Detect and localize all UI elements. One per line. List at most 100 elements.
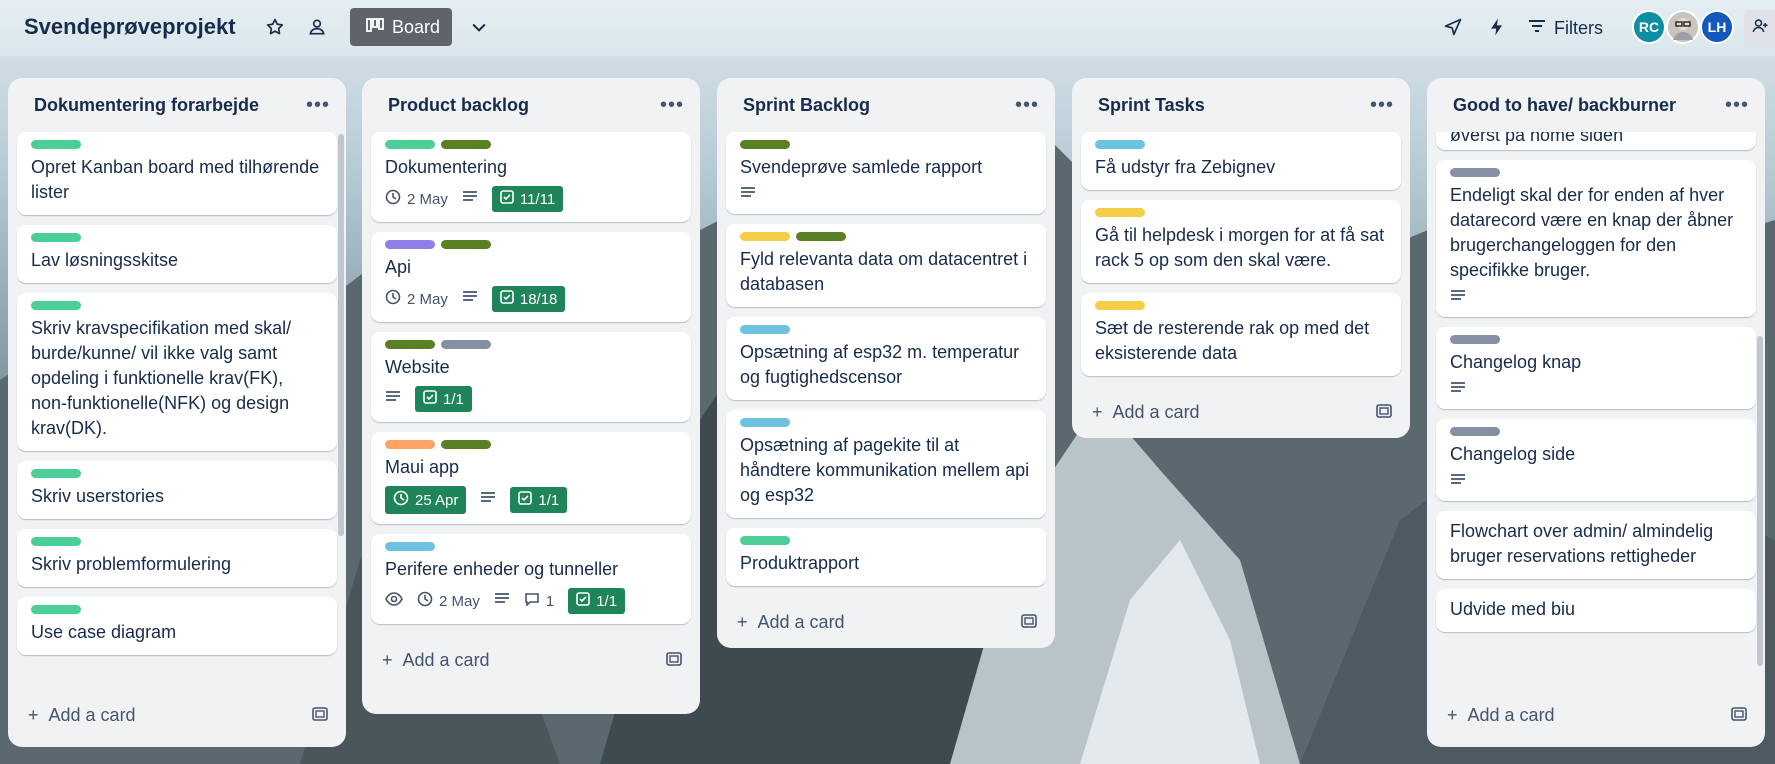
list-item[interactable]: Udvide med biu	[1436, 589, 1756, 632]
card-title: Svendeprøve samlede rapport	[740, 157, 983, 177]
description-icon	[385, 390, 401, 408]
checkbox-icon	[500, 190, 514, 208]
card-title: Flowchart over admin/ almindelig bruger …	[1450, 521, 1714, 566]
list-scrollbar[interactable]	[1757, 336, 1763, 666]
description-icon	[740, 186, 756, 204]
star-icon[interactable]	[258, 10, 292, 44]
list-item[interactable]: Fyld relevanta data om datacentret i dat…	[726, 224, 1046, 307]
chevron-down-icon[interactable]	[462, 10, 496, 44]
list-item[interactable]: Opsætning af esp32 m. temperatur og fugt…	[726, 317, 1046, 400]
board-view-label: Board	[392, 16, 441, 37]
checkbox-icon	[518, 491, 533, 509]
list-product-backlog: Product backlog ••• Dokumentering 2 May …	[362, 78, 700, 714]
filters-label: Filters	[1554, 17, 1603, 38]
list-item[interactable]: Skriv problemformulering	[17, 529, 337, 587]
add-card-button[interactable]: + Add a card	[1447, 705, 1555, 726]
card-title: Opret Kanban board med tilhørende lister	[31, 157, 320, 202]
due-date-badge[interactable]: 25 Apr	[385, 486, 467, 514]
list-item[interactable]: Use case diagram	[17, 597, 337, 655]
label-green	[31, 301, 81, 310]
card-title: Changelog knap	[1450, 352, 1582, 372]
due-date-badge[interactable]: 2 May	[417, 591, 480, 611]
automation-icon[interactable]	[1480, 10, 1514, 44]
avatar[interactable]	[1666, 10, 1700, 44]
list-item[interactable]: Dokumentering 2 May 11/11	[371, 132, 691, 222]
due-date-badge[interactable]: 2 May	[385, 289, 448, 309]
board-title[interactable]: Svendeprøveprojekt	[24, 14, 236, 40]
add-card-button[interactable]: + Add a card	[382, 650, 490, 671]
plus-icon: +	[28, 704, 39, 725]
card-title: Maui app	[385, 457, 460, 477]
create-from-template-icon[interactable]	[1021, 612, 1037, 633]
add-card-button[interactable]: + Add a card	[737, 612, 845, 633]
list-menu-icon[interactable]: •••	[660, 94, 684, 117]
list-item[interactable]: Changelog side	[1436, 419, 1756, 501]
checklist-badge: 1/1	[415, 386, 472, 412]
description-icon	[480, 491, 496, 509]
filter-icon	[1528, 18, 1546, 39]
card-title: øverst på home siden	[1450, 132, 1624, 145]
list-item[interactable]: Lav løsningsskitse	[17, 225, 337, 283]
list-item[interactable]: Perifere enheder og tunneller 2 May 1 1/…	[371, 534, 691, 624]
card-title: Få udstyr fra Zebignev	[1095, 157, 1276, 177]
list-menu-icon[interactable]: •••	[1725, 94, 1749, 117]
list-item[interactable]: Sæt de resterende rak op med det eksiste…	[1081, 293, 1401, 376]
avatar[interactable]: LH	[1700, 10, 1734, 44]
plus-icon: +	[1447, 704, 1458, 725]
list-item[interactable]: Gå til helpdesk i morgen for at få sat r…	[1081, 200, 1401, 283]
board-view-button[interactable]: Board	[350, 8, 452, 46]
create-from-template-icon[interactable]	[1376, 402, 1392, 423]
list-item[interactable]: Skriv kravspecifikation med skal/ burde/…	[17, 293, 337, 451]
due-date-badge[interactable]: 2 May	[385, 189, 448, 209]
list-menu-icon[interactable]: •••	[1015, 94, 1039, 117]
clock-icon	[417, 591, 433, 611]
list-title[interactable]: Sprint Backlog	[743, 95, 870, 116]
board-header: Svendeprøveprojekt Board Filters RC LH	[0, 0, 1775, 56]
checkbox-icon	[423, 390, 437, 408]
list-title[interactable]: Sprint Tasks	[1098, 95, 1205, 116]
create-from-template-icon[interactable]	[666, 650, 682, 671]
list-menu-icon[interactable]: •••	[306, 94, 330, 117]
list-item[interactable]: Opsætning af pagekite til at håndtere ko…	[726, 410, 1046, 518]
create-from-template-icon[interactable]	[1731, 705, 1747, 726]
list-item[interactable]: Opret Kanban board med tilhørende lister	[17, 132, 337, 215]
list-item[interactable]: øverst på home siden	[1436, 132, 1756, 150]
add-card-button[interactable]: + Add a card	[28, 705, 136, 726]
list-item[interactable]: Website 1/1	[371, 332, 691, 422]
list-menu-icon[interactable]: •••	[1370, 94, 1394, 117]
list-item[interactable]: Api 2 May 18/18	[371, 232, 691, 322]
workspace-visibility-icon[interactable]	[300, 10, 334, 44]
list-item[interactable]: Endeligt skal der for enden af hver data…	[1436, 160, 1756, 317]
card-title: Skriv kravspecifikation med skal/ burde/…	[31, 318, 292, 438]
list-item[interactable]: Svendeprøve samlede rapport	[726, 132, 1046, 214]
list-scrollbar[interactable]	[338, 134, 344, 536]
list-item[interactable]: Flowchart over admin/ almindelig bruger …	[1436, 511, 1756, 579]
create-from-template-icon[interactable]	[312, 705, 328, 726]
card-title: Perifere enheder og tunneller	[385, 559, 619, 579]
label-green	[31, 140, 81, 149]
card-title: Sæt de resterende rak op med det eksiste…	[1095, 318, 1370, 363]
card-title: Opsætning af pagekite til at håndtere ko…	[740, 435, 1030, 505]
list-item[interactable]: Produktrapport	[726, 528, 1046, 586]
list-title[interactable]: Product backlog	[388, 95, 529, 116]
add-card-button[interactable]: + Add a card	[1092, 402, 1200, 423]
list-item[interactable]: Få udstyr fra Zebignev	[1081, 132, 1401, 190]
card-title: Api	[385, 257, 412, 277]
filters-button[interactable]: Filters	[1528, 10, 1603, 46]
list-item[interactable]: Skriv userstories	[17, 461, 337, 519]
card-title: Opsætning af esp32 m. temperatur og fugt…	[740, 342, 1020, 387]
avatar[interactable]: RC	[1632, 10, 1666, 44]
comments-badge: 1	[524, 592, 554, 610]
card-title: Endeligt skal der for enden af hver data…	[1450, 185, 1734, 280]
list-title[interactable]: Dokumentering forarbejde	[34, 95, 259, 116]
power-ups-icon[interactable]	[1436, 10, 1470, 44]
list-title[interactable]: Good to have/ backburner	[1453, 95, 1676, 116]
description-icon	[1450, 473, 1466, 491]
list-item[interactable]: Changelog knap	[1436, 327, 1756, 409]
add-member-icon	[1751, 17, 1769, 40]
list-item[interactable]: Maui app 25 Apr 1/1	[371, 432, 691, 524]
checklist-badge: 11/11	[491, 186, 564, 212]
description-icon	[462, 290, 478, 308]
share-button[interactable]	[1744, 10, 1775, 46]
clock-icon	[393, 490, 409, 510]
